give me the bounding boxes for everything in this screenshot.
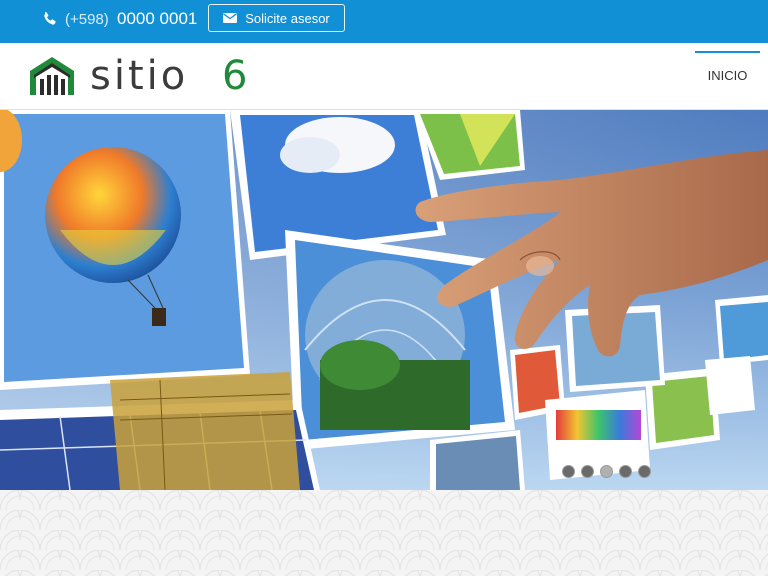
site-header: sitio 6 INICIO	[0, 43, 768, 110]
logo-text[interactable]: sitio	[90, 53, 188, 99]
request-advisor-label: Solicite asesor	[245, 10, 330, 26]
slider-pagination	[562, 465, 651, 478]
slider-dot-4[interactable]	[619, 465, 632, 478]
logo-number[interactable]: 6	[222, 53, 247, 99]
hero-image	[0, 110, 768, 490]
slider-dot-1[interactable]	[562, 465, 575, 478]
phone-number[interactable]: 0000 0001	[117, 9, 197, 29]
hero-slider	[0, 110, 768, 490]
slider-dot-5[interactable]	[638, 465, 651, 478]
phone-icon	[44, 12, 56, 25]
phone-prefix: (+598)	[65, 11, 109, 28]
decorative-wave-pattern	[0, 490, 768, 576]
nav-item-inicio[interactable]: INICIO	[695, 51, 760, 101]
envelope-icon	[223, 13, 238, 23]
request-advisor-button[interactable]: Solicite asesor	[208, 4, 345, 32]
top-bar: (+598) 0000 0001 Solicite asesor	[0, 0, 768, 43]
slider-dot-3[interactable]	[600, 465, 613, 478]
house-logo-icon[interactable]	[30, 57, 74, 95]
slider-dot-2[interactable]	[581, 465, 594, 478]
